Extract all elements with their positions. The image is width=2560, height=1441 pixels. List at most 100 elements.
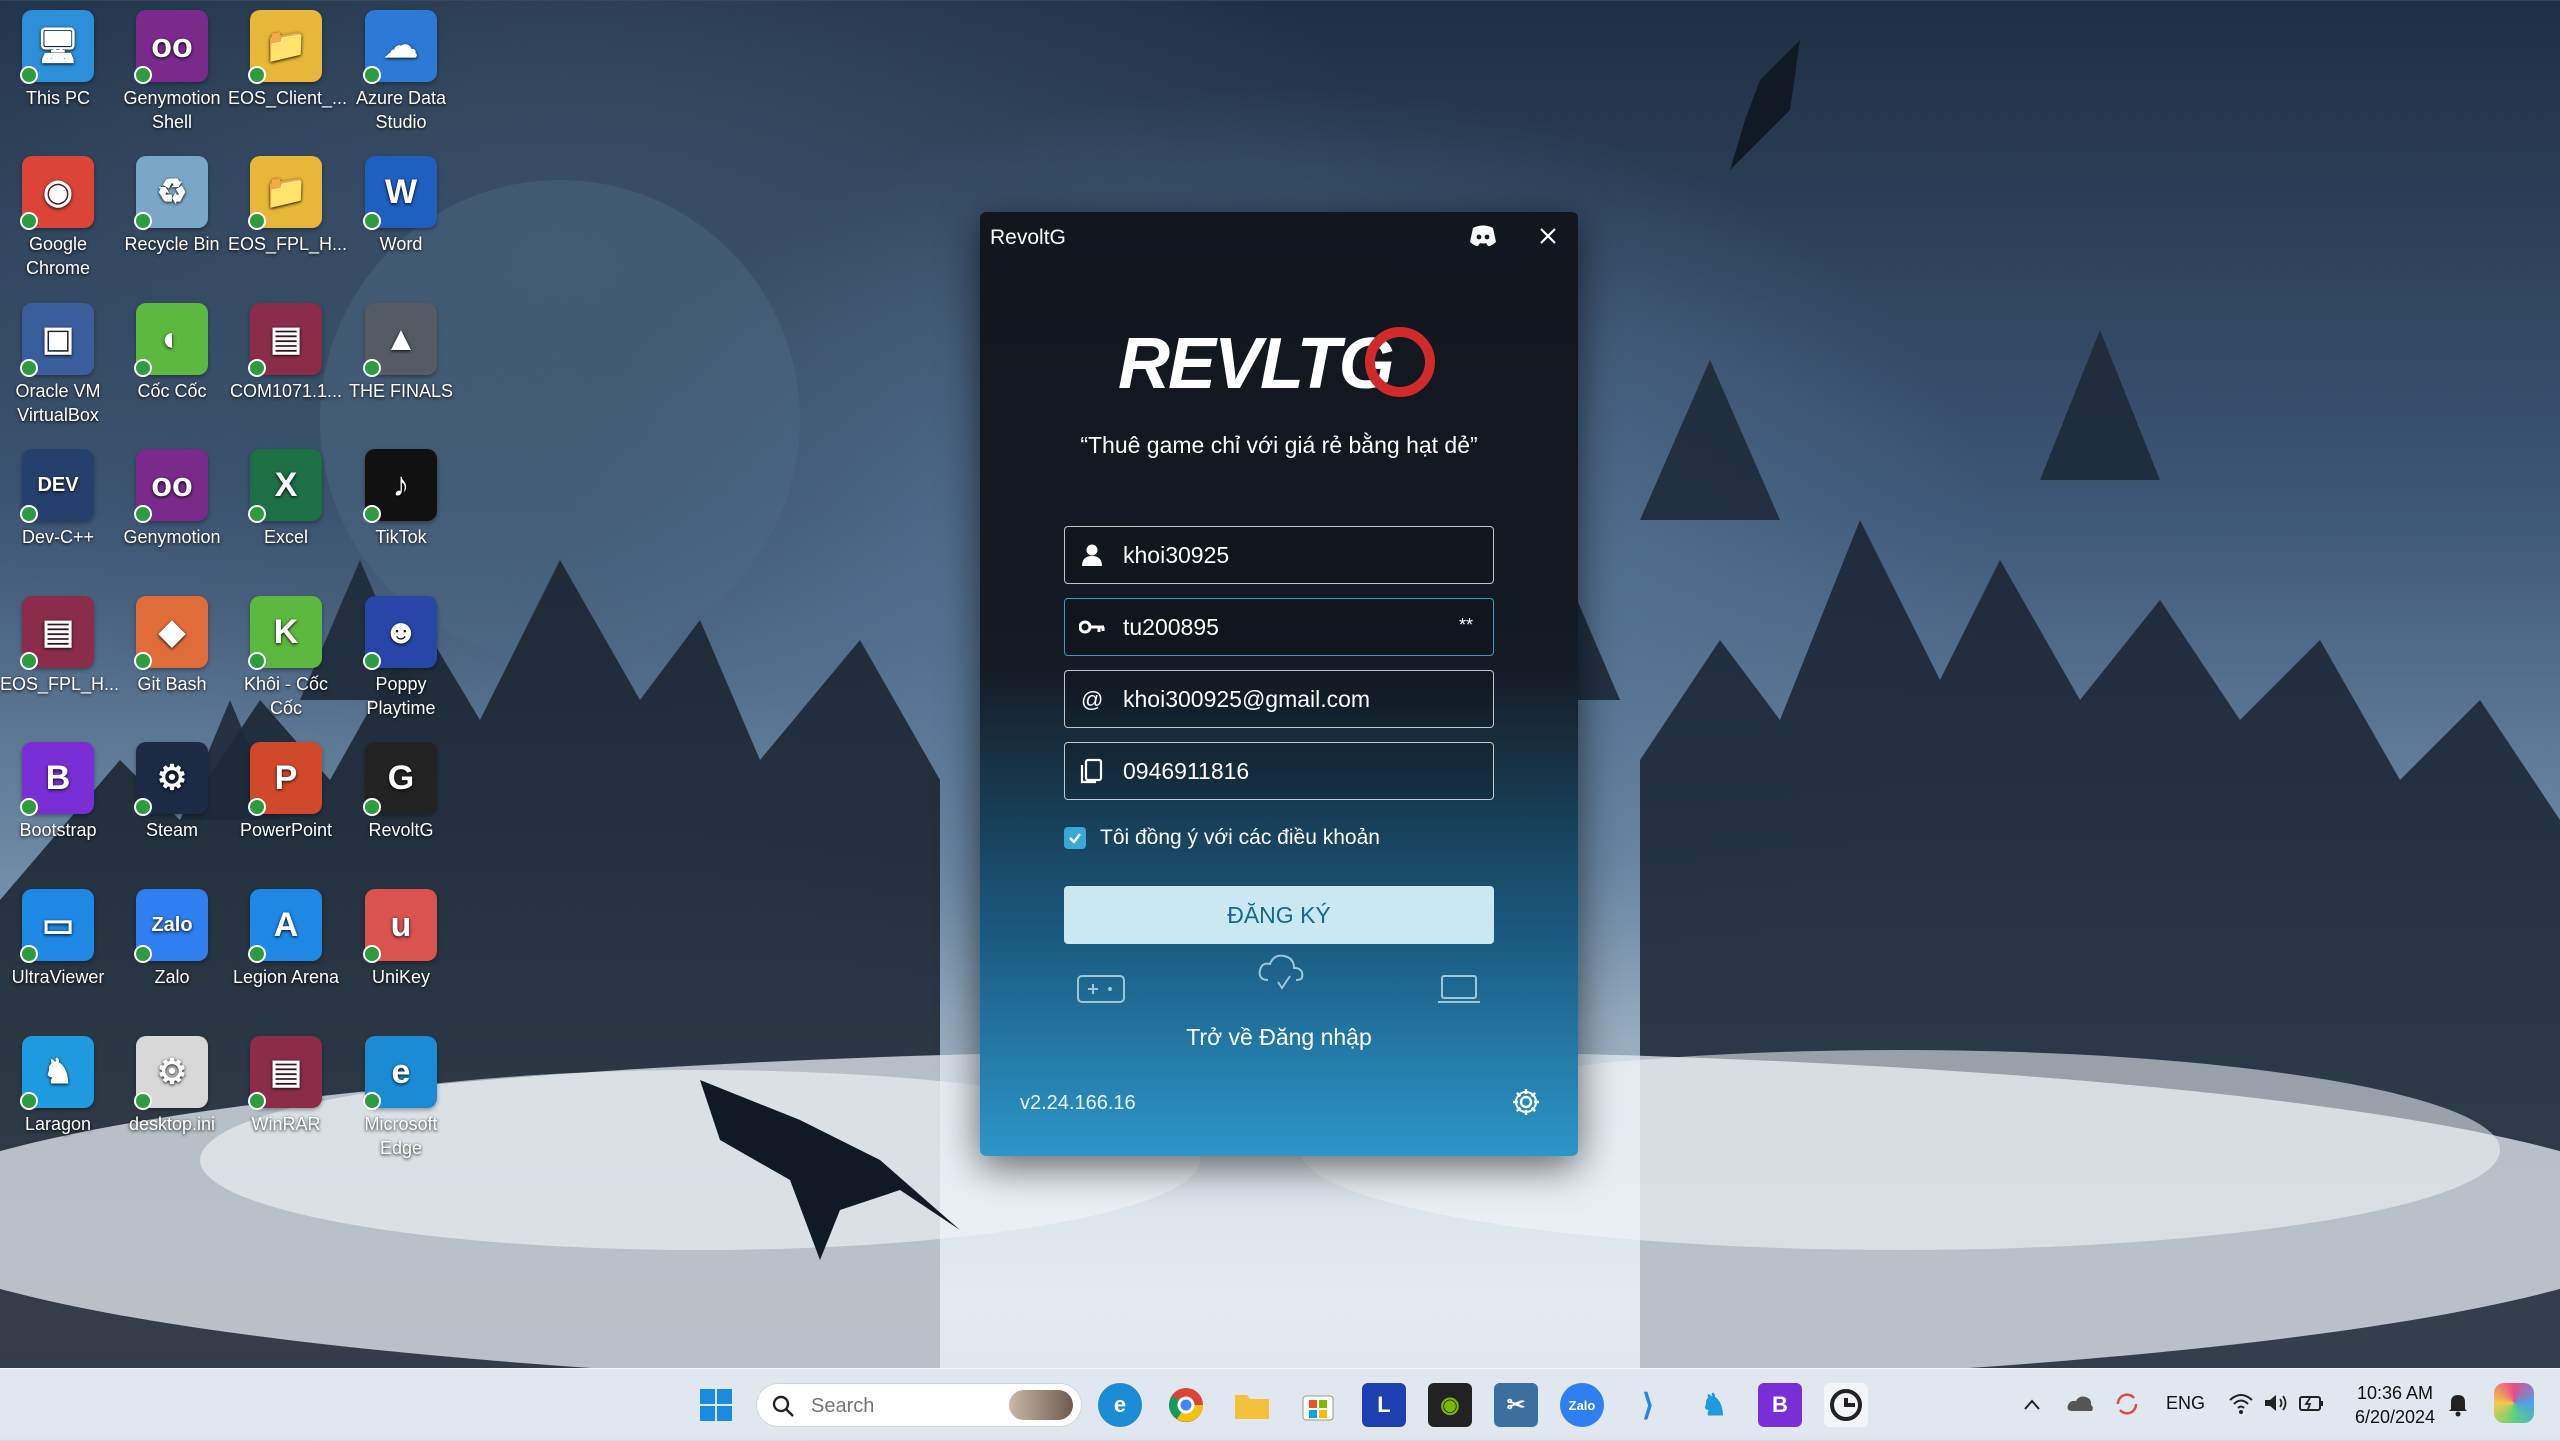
app-icon: Zalo <box>134 889 208 963</box>
app-icon: 🖥 <box>20 10 94 84</box>
copilot-icon[interactable] <box>2494 1383 2534 1423</box>
desktop-icon[interactable]: oo Genymotion <box>114 443 230 549</box>
desktop-icon[interactable]: Zalo Zalo <box>114 883 230 989</box>
bootstrap-taskbar-icon[interactable]: B <box>1758 1383 1802 1427</box>
search-input[interactable] <box>809 1384 983 1428</box>
l-app-taskbar-icon[interactable]: L <box>1362 1383 1406 1427</box>
chevron-up-icon[interactable] <box>2022 1395 2042 1415</box>
desktop-icon[interactable]: e Microsoft Edge <box>343 1030 459 1160</box>
desktop-icon[interactable]: ☁ Azure Data Studio <box>343 4 459 134</box>
laragon-taskbar-icon[interactable]: ♞ <box>1692 1383 1736 1427</box>
desktop-icon-label: Google Chrome <box>25 234 91 278</box>
discord-icon[interactable] <box>1468 222 1498 250</box>
app-icon: G <box>363 742 437 816</box>
revoltg-taskbar-icon[interactable] <box>1824 1383 1868 1427</box>
desktop-icon-label: Genymotion <box>123 527 221 547</box>
sync-status-icon <box>363 945 381 963</box>
password-field[interactable]: ** <box>1064 598 1494 656</box>
gamepad-icon <box>1077 975 1125 1003</box>
desktop-icon[interactable]: ▤ EOS_FPL_H... <box>0 590 119 696</box>
desktop-icon[interactable]: 🖥 This PC <box>0 4 116 110</box>
terms-checkbox[interactable] <box>1064 827 1086 849</box>
app-icon: oo <box>134 10 208 84</box>
register-button[interactable]: ĐĂNG KÝ <box>1064 886 1494 944</box>
edge-taskbar-icon[interactable]: e <box>1098 1383 1142 1427</box>
desktop-icon[interactable]: 📁 EOS_Client_... <box>228 4 348 110</box>
desktop-icon[interactable]: ▤ WinRAR <box>228 1030 344 1136</box>
revoltg-register-window: RevoltG REVLTG “Thuê game chỉ với giá rẻ… <box>980 212 1578 1156</box>
password-input[interactable] <box>1123 599 1443 655</box>
desktop-icon-label: Recycle Bin <box>124 234 220 254</box>
desktop-icon[interactable]: oo Genymotion Shell <box>114 4 230 134</box>
desktop-icon[interactable]: ▤ COM1071.1... <box>228 297 344 403</box>
desktop-icon-label: Oracle VM VirtualBox <box>15 381 101 425</box>
desktop-icon[interactable]: ⚙ desktop.ini <box>114 1030 230 1136</box>
email-input[interactable] <box>1123 671 1443 727</box>
close-icon[interactable] <box>1532 220 1564 252</box>
desktop-icon[interactable]: ▲ THE FINALS <box>343 297 459 403</box>
zalo-taskbar-icon[interactable]: Zalo <box>1560 1383 1604 1427</box>
desktop-icon[interactable]: ◉ Google Chrome <box>0 150 116 280</box>
desktop-icon[interactable]: 📁 EOS_FPL_H... <box>228 150 347 256</box>
phone-input[interactable] <box>1123 743 1443 799</box>
input-language[interactable]: ENG <box>2166 1393 2205 1414</box>
app-glyph: DEV <box>37 474 79 496</box>
wifi-icon[interactable] <box>2228 1391 2254 1415</box>
phone-icon <box>1080 758 1103 784</box>
app-icon: ☻ <box>363 596 437 670</box>
gear-icon[interactable] <box>1510 1086 1542 1118</box>
app-glyph: ▣ <box>41 320 75 358</box>
microsoft-store-taskbar-icon[interactable] <box>1296 1383 1340 1427</box>
system-clock[interactable]: 10:36 AM 6/20/2024 <box>2340 1381 2450 1429</box>
sync-status-icon <box>134 945 152 963</box>
desktop-icon[interactable]: P PowerPoint <box>228 736 344 842</box>
username-input[interactable] <box>1123 527 1443 583</box>
app-glyph: ⚙ <box>156 1053 188 1091</box>
taskbar-search[interactable] <box>756 1383 1082 1428</box>
battery-icon[interactable] <box>2298 1391 2326 1415</box>
slogan: “Thuê game chỉ với giá rẻ bằng hạt dẻ” <box>1080 432 1478 458</box>
folder-icon <box>1235 1395 1269 1419</box>
desktop-icon[interactable]: ⚙ Steam <box>114 736 230 842</box>
snipping-tool-taskbar-icon[interactable]: ✂ <box>1494 1383 1538 1427</box>
app-icon: ⚙ <box>134 742 208 816</box>
sync-icon[interactable] <box>2114 1391 2140 1417</box>
vscode-taskbar-icon[interactable]: ⟩ <box>1626 1383 1670 1427</box>
desktop-icon[interactable]: DEV Dev-C++ <box>0 443 116 549</box>
desktop-icon[interactable]: ♞ Laragon <box>0 1030 116 1136</box>
volume-icon[interactable] <box>2262 1391 2288 1415</box>
desktop-icon[interactable]: ♪ TikTok <box>343 443 459 549</box>
back-to-login-link[interactable]: Trở về Đăng nhập <box>980 1024 1578 1051</box>
desktop-icon[interactable]: u UniKey <box>343 883 459 989</box>
file-explorer-taskbar-icon[interactable] <box>1230 1383 1274 1427</box>
desktop-icon[interactable]: G RevoltG <box>343 736 459 842</box>
desktop-icon-label: Cốc Cốc <box>137 381 207 401</box>
chrome-taskbar-icon[interactable] <box>1164 1383 1208 1427</box>
email-field[interactable]: @ <box>1064 670 1494 728</box>
sync-status-icon <box>20 66 38 84</box>
app-icon: DEV <box>20 449 94 523</box>
desktop-icon[interactable]: K Khôi - Cốc Cốc <box>228 590 344 720</box>
username-field[interactable] <box>1064 526 1494 584</box>
desktop-icon[interactable]: X Excel <box>228 443 344 549</box>
window-titlebar[interactable]: RevoltG <box>980 212 1578 260</box>
windows-start-button[interactable] <box>694 1383 738 1427</box>
nvidia-taskbar-icon[interactable]: ◉ <box>1428 1383 1472 1427</box>
desktop-icon[interactable]: ◐ Cốc Cốc <box>114 297 230 403</box>
app-icon: ⚙ <box>134 1036 208 1110</box>
notification-bell-icon[interactable] <box>2446 1391 2470 1417</box>
onedrive-cloud-icon[interactable] <box>2066 1393 2094 1415</box>
desktop-icon[interactable]: ▣ Oracle VM VirtualBox <box>0 297 116 427</box>
desktop-icon[interactable]: ♻ Recycle Bin <box>114 150 230 256</box>
desktop-icon[interactable]: B Bootstrap <box>0 736 116 842</box>
desktop-icon[interactable]: ▭ UltraViewer <box>0 883 116 989</box>
desktop-icon[interactable]: ☻ Poppy Playtime <box>343 590 459 720</box>
desktop-icon-label: TikTok <box>375 527 427 547</box>
desktop-icon[interactable]: W Word <box>343 150 459 256</box>
desktop-icon[interactable]: A Legion Arena <box>228 883 344 989</box>
phone-field[interactable] <box>1064 742 1494 800</box>
app-icon: ◐ <box>134 303 208 377</box>
desktop-icon-label: EOS_Client_... <box>228 88 348 108</box>
desktop-icon[interactable]: ◆ Git Bash <box>114 590 230 696</box>
password-reveal-toggle[interactable]: ** <box>1459 615 1473 636</box>
